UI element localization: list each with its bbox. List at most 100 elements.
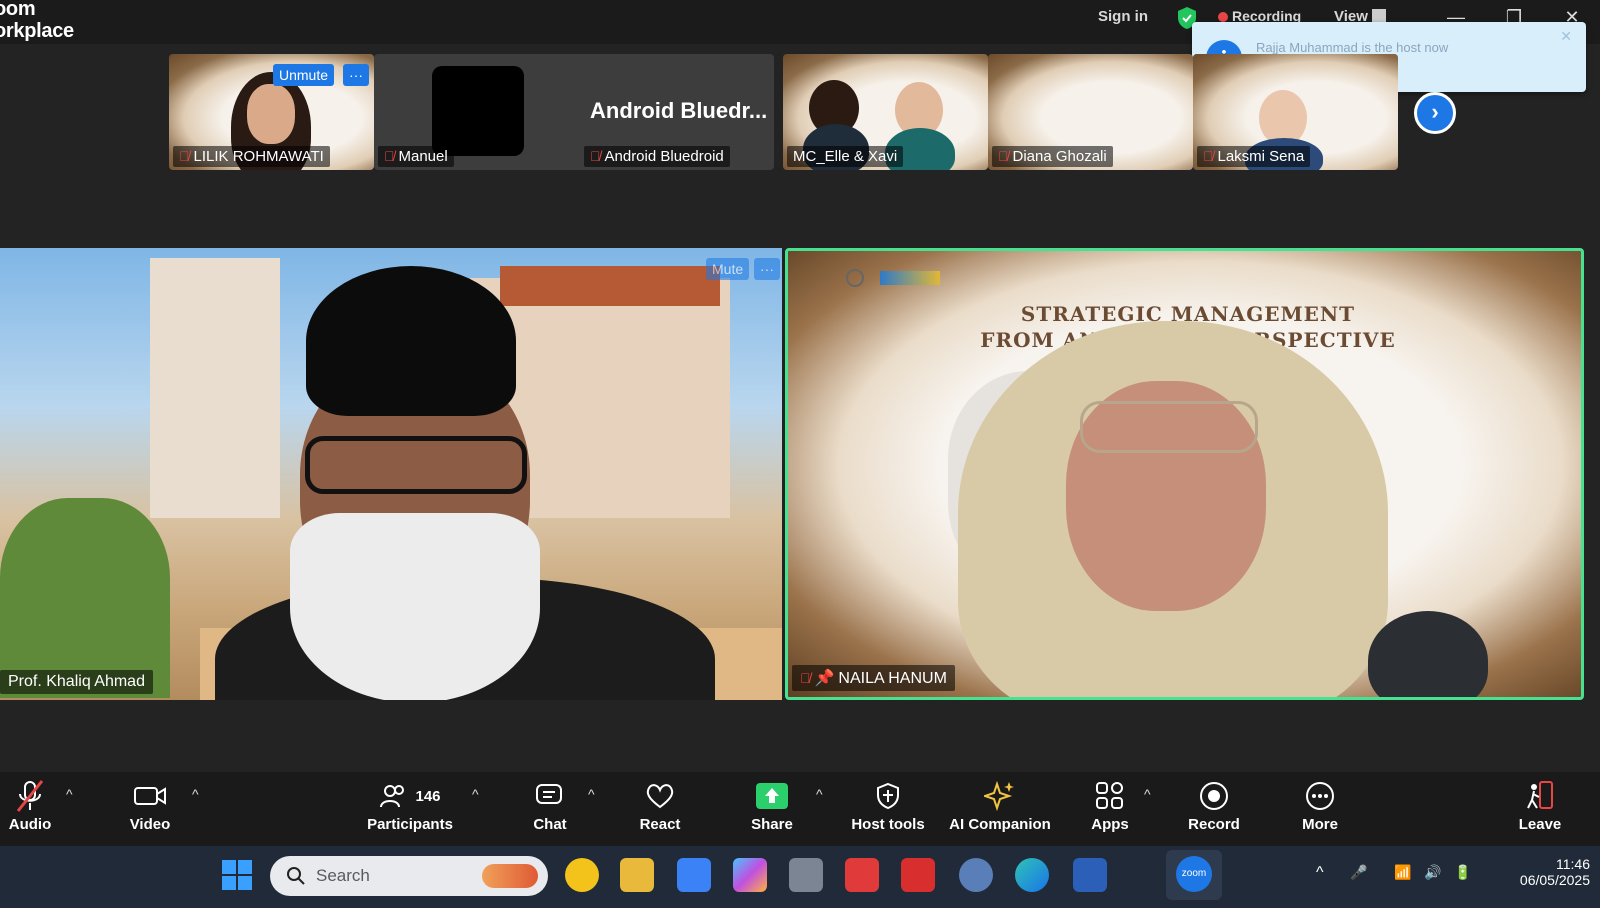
app-title-line2: orkplace	[0, 20, 74, 42]
participant-name: MC_Elle & Xavi	[787, 146, 904, 167]
wifi-icon[interactable]: 📶	[1394, 864, 1411, 881]
record-button[interactable]: Record	[1164, 778, 1264, 833]
share-screen-icon	[722, 778, 822, 814]
participant-name-text: Diana Ghozali	[1012, 148, 1107, 165]
tile-more-button[interactable]: ···	[343, 64, 369, 86]
participant-name: Prof. Khaliq Ahmad	[0, 670, 153, 694]
leave-button[interactable]: Leave	[1490, 778, 1590, 833]
close-notification-icon[interactable]: ✕	[1560, 28, 1572, 45]
chevron-right-icon: ›	[1431, 99, 1439, 124]
chat-label: Chat	[533, 816, 567, 833]
leave-label: Leave	[1518, 816, 1562, 833]
sign-in-button[interactable]: Sign in	[1098, 8, 1148, 25]
participant-name-text: Laksmi Sena	[1217, 148, 1305, 165]
edge-browser-icon[interactable]	[1015, 858, 1049, 892]
app-title: oom orkplace	[0, 0, 74, 42]
participant-name-text: LILIK ROHMAWATI	[193, 148, 324, 165]
apps-options-caret[interactable]: ^	[1144, 786, 1151, 802]
participant-name: 🎙̸ Android Bluedroid	[584, 146, 730, 167]
microsoft-store-icon[interactable]	[677, 858, 711, 892]
mic-muted-icon: 🎙̸	[590, 148, 601, 164]
participant-glasses	[305, 436, 527, 494]
mic-muted-icon: 🎙̸	[800, 670, 811, 686]
video-tile-right-active[interactable]: STRATEGIC MANAGEMENT FROM AN ISLAMIC PER…	[785, 248, 1584, 700]
background-tower	[150, 258, 280, 518]
pdf-icon[interactable]	[901, 858, 935, 892]
share-label: Share	[751, 816, 793, 833]
mic-muted-icon: 🎙̸	[998, 148, 1009, 164]
mic-muted-icon: 🎙̸	[384, 148, 395, 164]
react-button[interactable]: React	[610, 778, 710, 833]
volume-icon[interactable]: 🔊	[1424, 864, 1441, 881]
file-explorer-icon[interactable]	[620, 858, 654, 892]
apps-label: Apps	[1091, 816, 1129, 833]
participants-button[interactable]: 146 Participants	[360, 778, 460, 833]
pin-icon: 📌	[814, 670, 835, 687]
record-icon	[1164, 778, 1264, 814]
chat-icon	[500, 778, 600, 814]
participant-name: 🎙̸ LILIK ROHMAWATI	[173, 146, 330, 167]
grid-view-icon[interactable]	[1372, 9, 1386, 22]
chevron-up-icon[interactable]: ^	[1316, 864, 1324, 882]
clock-time: 11:46	[1556, 856, 1590, 872]
clock[interactable]: 11:46 06/05/2025	[1520, 856, 1590, 888]
copilot-icon[interactable]	[733, 858, 767, 892]
recording-dot-icon	[1218, 12, 1228, 22]
participant-tile[interactable]: 🎙̸ Laksmi Sena	[1193, 54, 1398, 170]
taskbar-search[interactable]: Search	[270, 856, 548, 896]
zoom-taskbar-button[interactable]: zoom	[1166, 850, 1222, 900]
notification-message: Rajja Muhammad is the host now	[1256, 40, 1449, 55]
ai-companion-label: AI Companion	[949, 816, 1051, 833]
antivirus-icon[interactable]	[845, 858, 879, 892]
participant-tile[interactable]: 🎙̸ Diana Ghozali	[988, 54, 1193, 170]
participant-face	[247, 84, 295, 144]
participants-label: Participants	[367, 816, 453, 833]
chat-options-caret[interactable]: ^	[588, 786, 595, 802]
video-options-caret[interactable]: ^	[192, 786, 199, 802]
app-title-line1: oom	[0, 0, 36, 20]
participant-big-name: Android Bluedr...	[590, 98, 768, 123]
participant-tile[interactable]: MC_Elle & Xavi	[783, 54, 988, 170]
video-button[interactable]: Video	[100, 778, 200, 833]
ai-companion-button[interactable]: AI Companion	[942, 778, 1058, 833]
battery-icon[interactable]: 🔋	[1454, 864, 1471, 881]
video-camera-icon	[100, 778, 200, 814]
mute-button[interactable]: Mute	[706, 258, 750, 280]
participants-icon: 146	[360, 778, 460, 814]
windows-start-icon[interactable]	[222, 860, 252, 890]
record-label: Record	[1188, 816, 1240, 833]
shield-icon	[834, 778, 942, 814]
background-roof	[500, 266, 720, 306]
mic-muted-icon: 🎙̸	[1203, 148, 1214, 164]
participant-name: 🎙̸ Manuel	[378, 146, 454, 167]
network-app-icon[interactable]	[959, 858, 993, 892]
video-tile-left[interactable]: Mute ··· Prof. Khaliq Ahmad	[0, 248, 782, 700]
participant-tile[interactable]: Unmute ··· 🎙̸ LILIK ROHMAWATI	[169, 54, 374, 170]
tile-more-button[interactable]: ···	[754, 258, 780, 280]
word-icon[interactable]	[1073, 858, 1107, 892]
mic-muted-icon: 🎙̸	[179, 148, 190, 164]
participant-beard	[290, 513, 540, 700]
participant-video-off	[432, 66, 524, 156]
audio-options-caret[interactable]: ^	[66, 786, 73, 802]
participant-name-text: Manuel	[398, 148, 448, 165]
chat-button[interactable]: Chat	[500, 778, 600, 833]
participant-tile[interactable]: 🎙̸ Manuel Android Bluedr... 🎙̸ Android Blu…	[374, 54, 774, 170]
participants-options-caret[interactable]: ^	[472, 786, 479, 802]
search-highlight-icon	[482, 864, 538, 888]
warning-app-icon[interactable]	[565, 858, 599, 892]
more-button[interactable]: More	[1270, 778, 1370, 833]
search-placeholder: Search	[316, 866, 370, 885]
share-button[interactable]: Share	[722, 778, 822, 833]
participant-name: 🎙̸ Diana Ghozali	[992, 146, 1113, 167]
participant-name-text: Android Bluedroid	[604, 148, 724, 165]
camera-icon[interactable]	[789, 858, 823, 892]
share-options-caret[interactable]: ^	[816, 786, 823, 802]
unmute-button[interactable]: Unmute	[273, 64, 335, 86]
os-taskbar: Search zoom ^ 🎤 📶 🔊 🔋 11:46 06/05/2025	[0, 846, 1600, 908]
host-tools-button[interactable]: Host tools	[834, 778, 942, 833]
participants-count: 146	[415, 787, 441, 805]
participant-body	[1368, 611, 1488, 697]
microphone-tray-icon[interactable]: 🎤	[1350, 864, 1367, 881]
next-page-button[interactable]: ›	[1414, 92, 1456, 134]
